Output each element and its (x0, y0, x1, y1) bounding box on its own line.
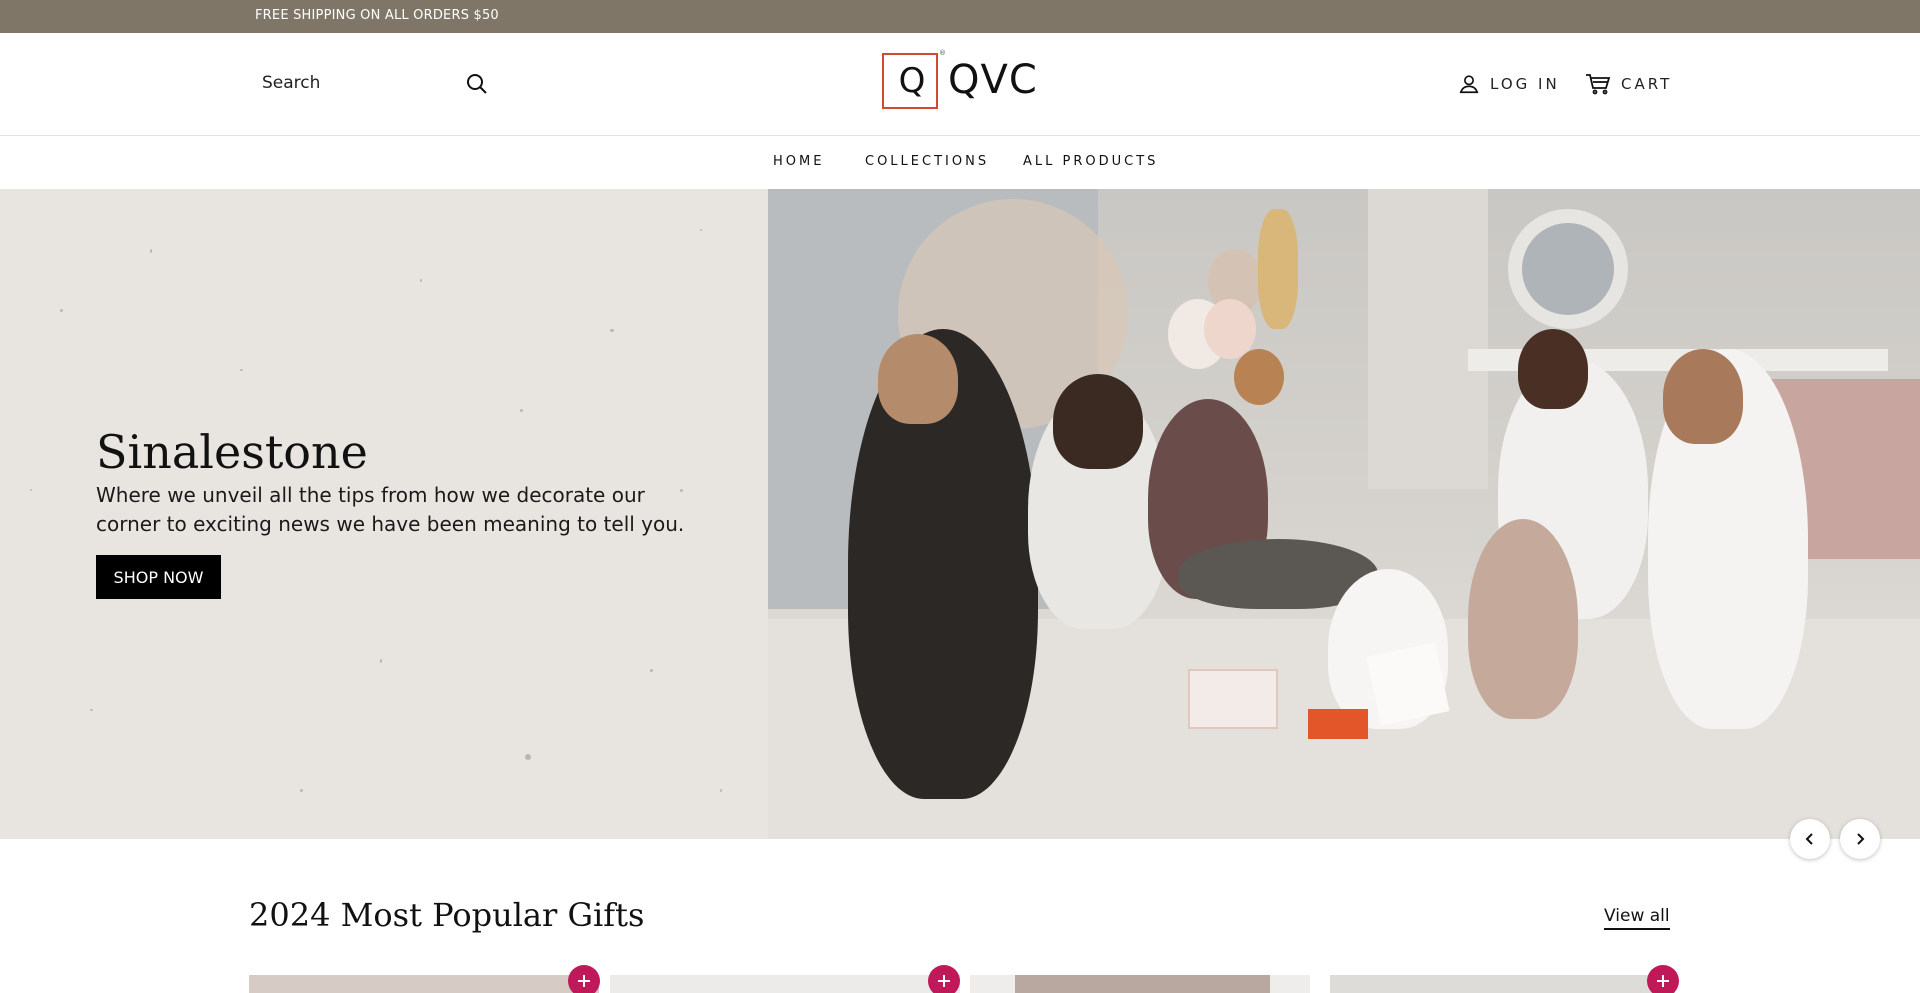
site-header: Search Q ® QVC LOG IN CART (0, 33, 1920, 136)
quick-add-button[interactable] (568, 965, 600, 993)
login-link[interactable]: LOG IN (1458, 71, 1560, 97)
search-input[interactable]: Search (262, 73, 320, 93)
product-image (610, 975, 960, 993)
nav-item-collections[interactable]: COLLECTIONS (865, 154, 989, 169)
logo-mark: Q (898, 61, 926, 101)
product-image (1015, 975, 1270, 993)
site-logo[interactable]: Q ® QVC (882, 49, 1042, 111)
hero-text-panel: Sinalestone Where we unveil all the tips… (0, 189, 768, 839)
login-label: LOG IN (1490, 75, 1560, 93)
product-card[interactable] (610, 975, 960, 993)
plus-icon (1657, 975, 1669, 987)
search-bar[interactable]: Search (262, 69, 492, 99)
slide-next-button[interactable] (1840, 819, 1880, 859)
hero-subtitle-line-1: Where we unveil all the tips from how we… (96, 483, 645, 507)
main-nav: HOME COLLECTIONS ALL PRODUCTS (0, 137, 1920, 189)
shop-now-button[interactable]: SHOP NOW (96, 555, 221, 599)
product-image (1330, 975, 1675, 993)
hero-subtitle-line-2: corner to exciting news we have been mea… (96, 512, 685, 536)
quick-add-button[interactable] (1647, 965, 1679, 993)
logo-wordmark: QVC (948, 57, 1038, 103)
product-card[interactable] (249, 975, 599, 993)
product-image (249, 975, 599, 993)
product-card[interactable] (970, 975, 1310, 993)
cart-link[interactable]: CART (1585, 71, 1672, 97)
logo-frame: Q (882, 53, 938, 109)
hero-banner: Sinalestone Where we unveil all the tips… (0, 189, 1920, 839)
chevron-right-icon (1857, 833, 1865, 845)
announcement-bar: FREE SHIPPING ON ALL ORDERS $50 (0, 0, 1920, 33)
view-all-link[interactable]: View all (1604, 906, 1670, 930)
plus-icon (938, 975, 950, 987)
search-icon[interactable] (465, 72, 489, 96)
nav-item-home[interactable]: HOME (773, 154, 824, 169)
section-title: 2024 Most Popular Gifts (249, 896, 645, 934)
plus-icon (578, 975, 590, 987)
cart-label: CART (1621, 75, 1673, 93)
product-card[interactable] (1330, 975, 1675, 993)
cart-icon (1586, 74, 1611, 95)
chevron-left-icon (1805, 833, 1813, 845)
slide-prev-button[interactable] (1790, 819, 1830, 859)
logo-trademark: ® (939, 49, 946, 57)
announcement-text: FREE SHIPPING ON ALL ORDERS $50 (255, 8, 499, 23)
quick-add-button[interactable] (928, 965, 960, 993)
hero-title: Sinalestone (96, 425, 368, 479)
hero-image (768, 189, 1920, 839)
nav-item-all-products[interactable]: ALL PRODUCTS (1023, 154, 1158, 169)
user-icon (1459, 75, 1479, 94)
hero-subtitle: Where we unveil all the tips from how we… (96, 481, 696, 539)
